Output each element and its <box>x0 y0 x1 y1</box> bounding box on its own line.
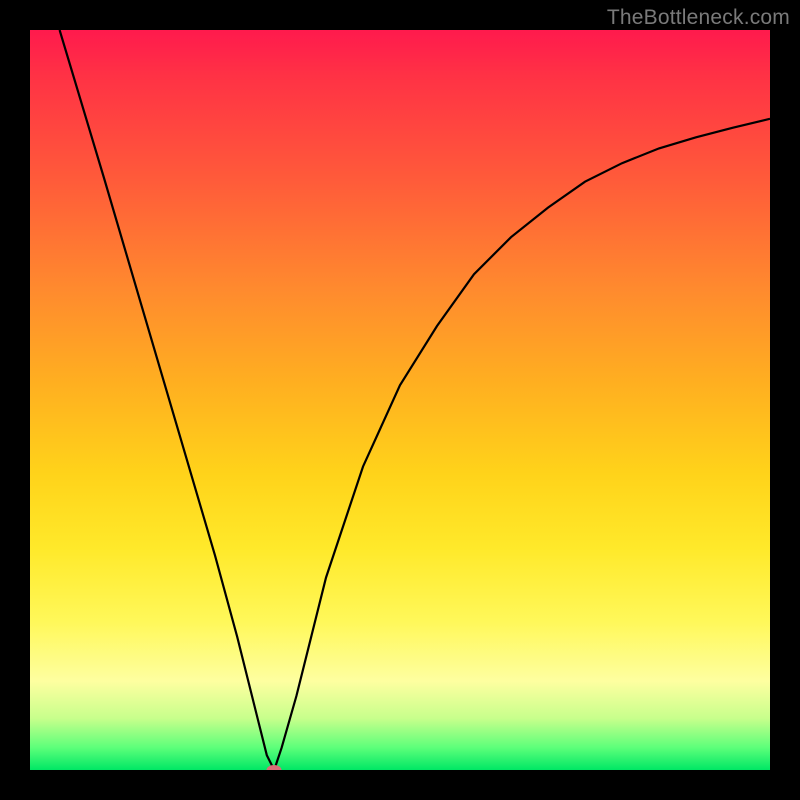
curve-layer <box>30 30 770 770</box>
watermark-text: TheBottleneck.com <box>607 6 790 30</box>
chart-frame: TheBottleneck.com <box>0 0 800 800</box>
bottleneck-curve <box>60 30 770 770</box>
plot-area <box>30 30 770 770</box>
optimal-point-marker <box>267 765 282 770</box>
